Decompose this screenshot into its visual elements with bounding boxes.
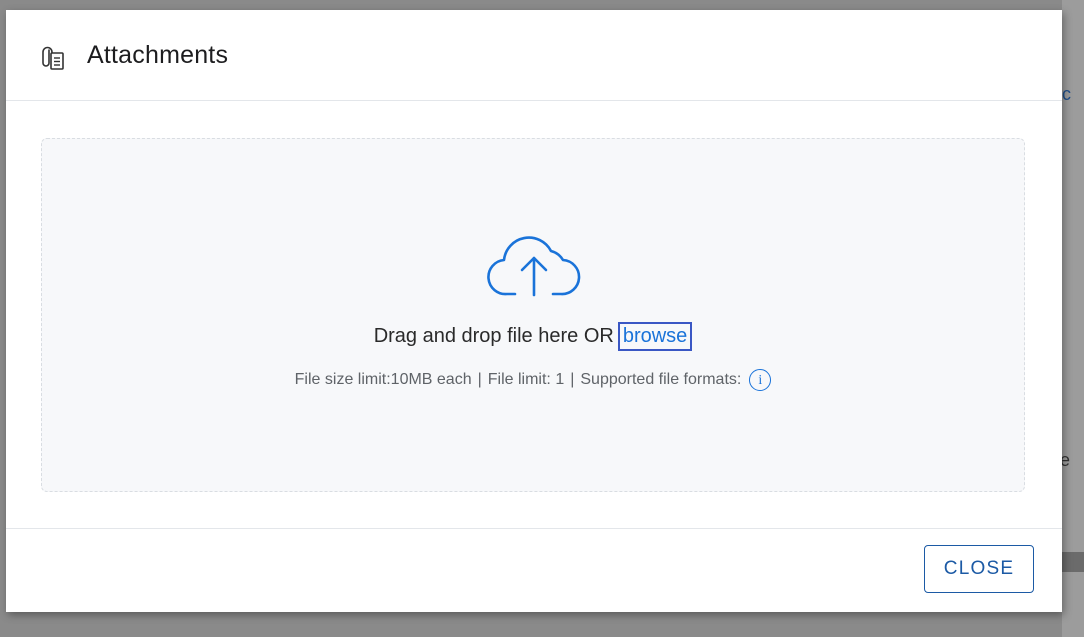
browse-link[interactable]: browse xyxy=(617,322,693,351)
supported-formats-label: Supported file formats: xyxy=(580,371,742,389)
drop-prompt-text: Drag and drop file here OR xyxy=(373,325,614,347)
cloud-upload-icon xyxy=(487,236,581,297)
backdrop-text-fragment: c xyxy=(1062,84,1071,104)
close-button[interactable]: CLOSE xyxy=(924,545,1034,593)
file-dropzone[interactable]: Drag and drop file here OR browse File si… xyxy=(41,138,1025,492)
info-icon[interactable]: i xyxy=(749,369,772,391)
backdrop-bar xyxy=(1062,552,1084,572)
attachments-dialog: Attachments Drag and drop file here OR br… xyxy=(6,10,1062,612)
dialog-title: Attachments xyxy=(87,41,229,69)
separator: | xyxy=(477,371,482,389)
drop-instructions: Drag and drop file here OR browse xyxy=(42,322,1024,351)
file-count-limit: File limit: 1 xyxy=(487,371,565,389)
dialog-header: Attachments xyxy=(6,10,1062,101)
paperclip-document-icon xyxy=(42,46,64,70)
upload-limits: File size limit:10MB each | File limit: 1 |… xyxy=(42,369,1024,391)
dialog-footer: CLOSE xyxy=(6,528,1062,613)
file-size-limit: File size limit:10MB each xyxy=(294,371,472,389)
separator: | xyxy=(570,371,575,389)
